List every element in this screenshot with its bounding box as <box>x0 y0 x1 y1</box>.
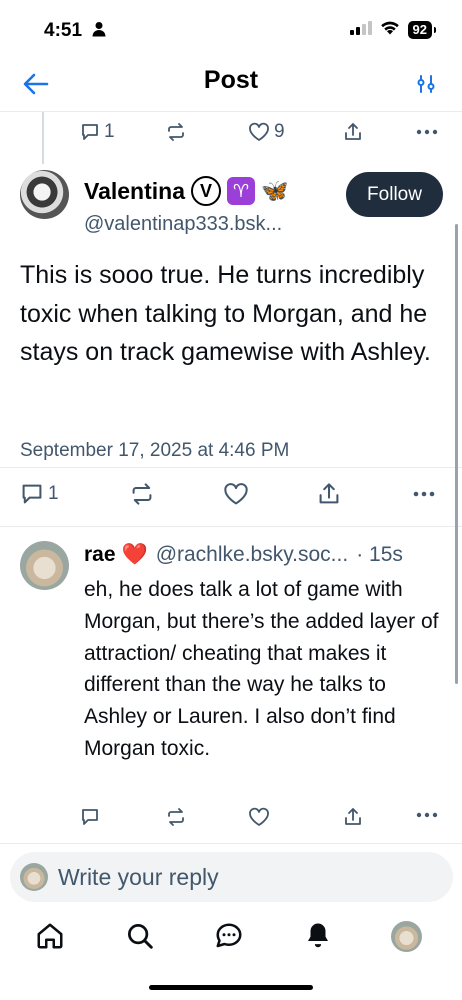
more-options-button[interactable] <box>412 491 436 497</box>
verified-badge-icon: V <box>190 176 221 206</box>
tab-search[interactable] <box>122 918 158 954</box>
like-button[interactable] <box>248 807 270 827</box>
reply-author-name[interactable]: rae <box>84 543 116 567</box>
heart-icon <box>249 122 269 141</box>
heart-icon <box>249 807 269 826</box>
share-icon <box>345 808 361 825</box>
divider <box>0 467 462 468</box>
home-icon <box>37 923 63 949</box>
my-avatar <box>20 863 48 891</box>
repost-button[interactable] <box>166 807 186 827</box>
tab-notifications[interactable] <box>300 918 336 954</box>
thread-line <box>42 112 44 164</box>
like-button[interactable] <box>223 482 249 506</box>
reply-count: 1 <box>48 483 59 504</box>
author-name: Valentina <box>84 177 185 204</box>
divider <box>0 843 462 844</box>
repost-button[interactable] <box>166 122 186 142</box>
reply-button[interactable] <box>80 807 100 827</box>
ellipsis-icon <box>416 129 438 135</box>
share-button[interactable] <box>317 482 341 506</box>
reply-button[interactable]: 1 <box>80 121 115 143</box>
parent-post-actions: 1 9 <box>80 118 440 146</box>
bottom-tab-bar <box>0 912 462 962</box>
cellular-signal-icon <box>349 20 372 40</box>
share-icon <box>319 483 339 504</box>
author-avatar[interactable] <box>20 170 69 219</box>
reply-count: 1 <box>104 121 115 142</box>
heart-icon <box>224 483 248 505</box>
author-name-row[interactable]: Valentina V ♈ 🦋 <box>84 176 288 206</box>
reply-text: eh, he does talk a lot of game with Morg… <box>84 578 439 760</box>
share-button[interactable] <box>343 122 363 142</box>
reply-button[interactable]: 1 <box>20 482 59 506</box>
reply-author-avatar[interactable] <box>20 541 69 590</box>
status-time: 4:51 <box>44 20 83 41</box>
bell-icon <box>308 923 328 948</box>
page-title: Post <box>203 66 259 94</box>
repost-button[interactable] <box>130 482 154 506</box>
more-options-button[interactable] <box>416 812 438 818</box>
post-actions: 1 <box>20 480 440 508</box>
comment-icon <box>22 484 42 504</box>
status-bar: 4:51 92 <box>0 0 462 56</box>
sort-filter-button[interactable] <box>410 68 442 100</box>
repost-icon <box>132 483 152 505</box>
tab-chat[interactable] <box>211 918 247 954</box>
share-icon <box>345 123 361 140</box>
butterfly-emoji: 🦋 <box>260 178 289 203</box>
battery-indicator: 92 <box>407 21 437 39</box>
ellipsis-icon <box>413 491 435 497</box>
chat-bubble-icon <box>216 923 242 948</box>
search-icon <box>128 924 153 949</box>
tab-home[interactable] <box>32 918 68 954</box>
post-date: September 17, 2025 at 4:46 PM <box>20 440 290 461</box>
home-indicator[interactable] <box>149 985 313 990</box>
comment-icon <box>82 809 98 825</box>
ellipsis-icon <box>416 812 438 818</box>
repost-icon <box>168 123 184 141</box>
wifi-icon <box>380 20 400 40</box>
profile-avatar <box>390 920 422 952</box>
person-icon <box>92 21 106 42</box>
red-heart-emoji: ❤️ <box>121 543 148 566</box>
reply-input-placeholder: Write your reply <box>58 863 219 890</box>
reply-composer[interactable]: Write your reply <box>10 852 453 902</box>
reply-actions <box>80 804 440 830</box>
more-options-button[interactable] <box>416 129 438 135</box>
follow-button[interactable]: Follow <box>346 172 443 217</box>
nav-bar: Post <box>0 56 462 112</box>
aries-emoji: ♈ <box>226 177 255 205</box>
like-button[interactable]: 9 <box>248 121 285 143</box>
share-button[interactable] <box>343 807 363 827</box>
tab-profile[interactable] <box>388 918 424 954</box>
divider <box>0 526 462 527</box>
scrollbar[interactable] <box>455 224 458 684</box>
sliders-icon <box>417 75 435 93</box>
reply-header: rae ❤️ @rachlke.bsky.soc... · 15s <box>84 543 403 567</box>
post-text: This is sooo true. He turns incredibly t… <box>20 261 431 366</box>
repost-icon <box>168 808 184 826</box>
comment-icon <box>82 124 98 140</box>
status-indicators: 92 <box>349 20 437 40</box>
like-count: 9 <box>274 121 285 142</box>
reply-timestamp: · 15s <box>356 543 403 566</box>
author-handle[interactable]: @valentinap333.bsk... <box>84 213 282 236</box>
reply-author-handle[interactable]: @rachlke.bsky.soc... <box>156 543 349 567</box>
